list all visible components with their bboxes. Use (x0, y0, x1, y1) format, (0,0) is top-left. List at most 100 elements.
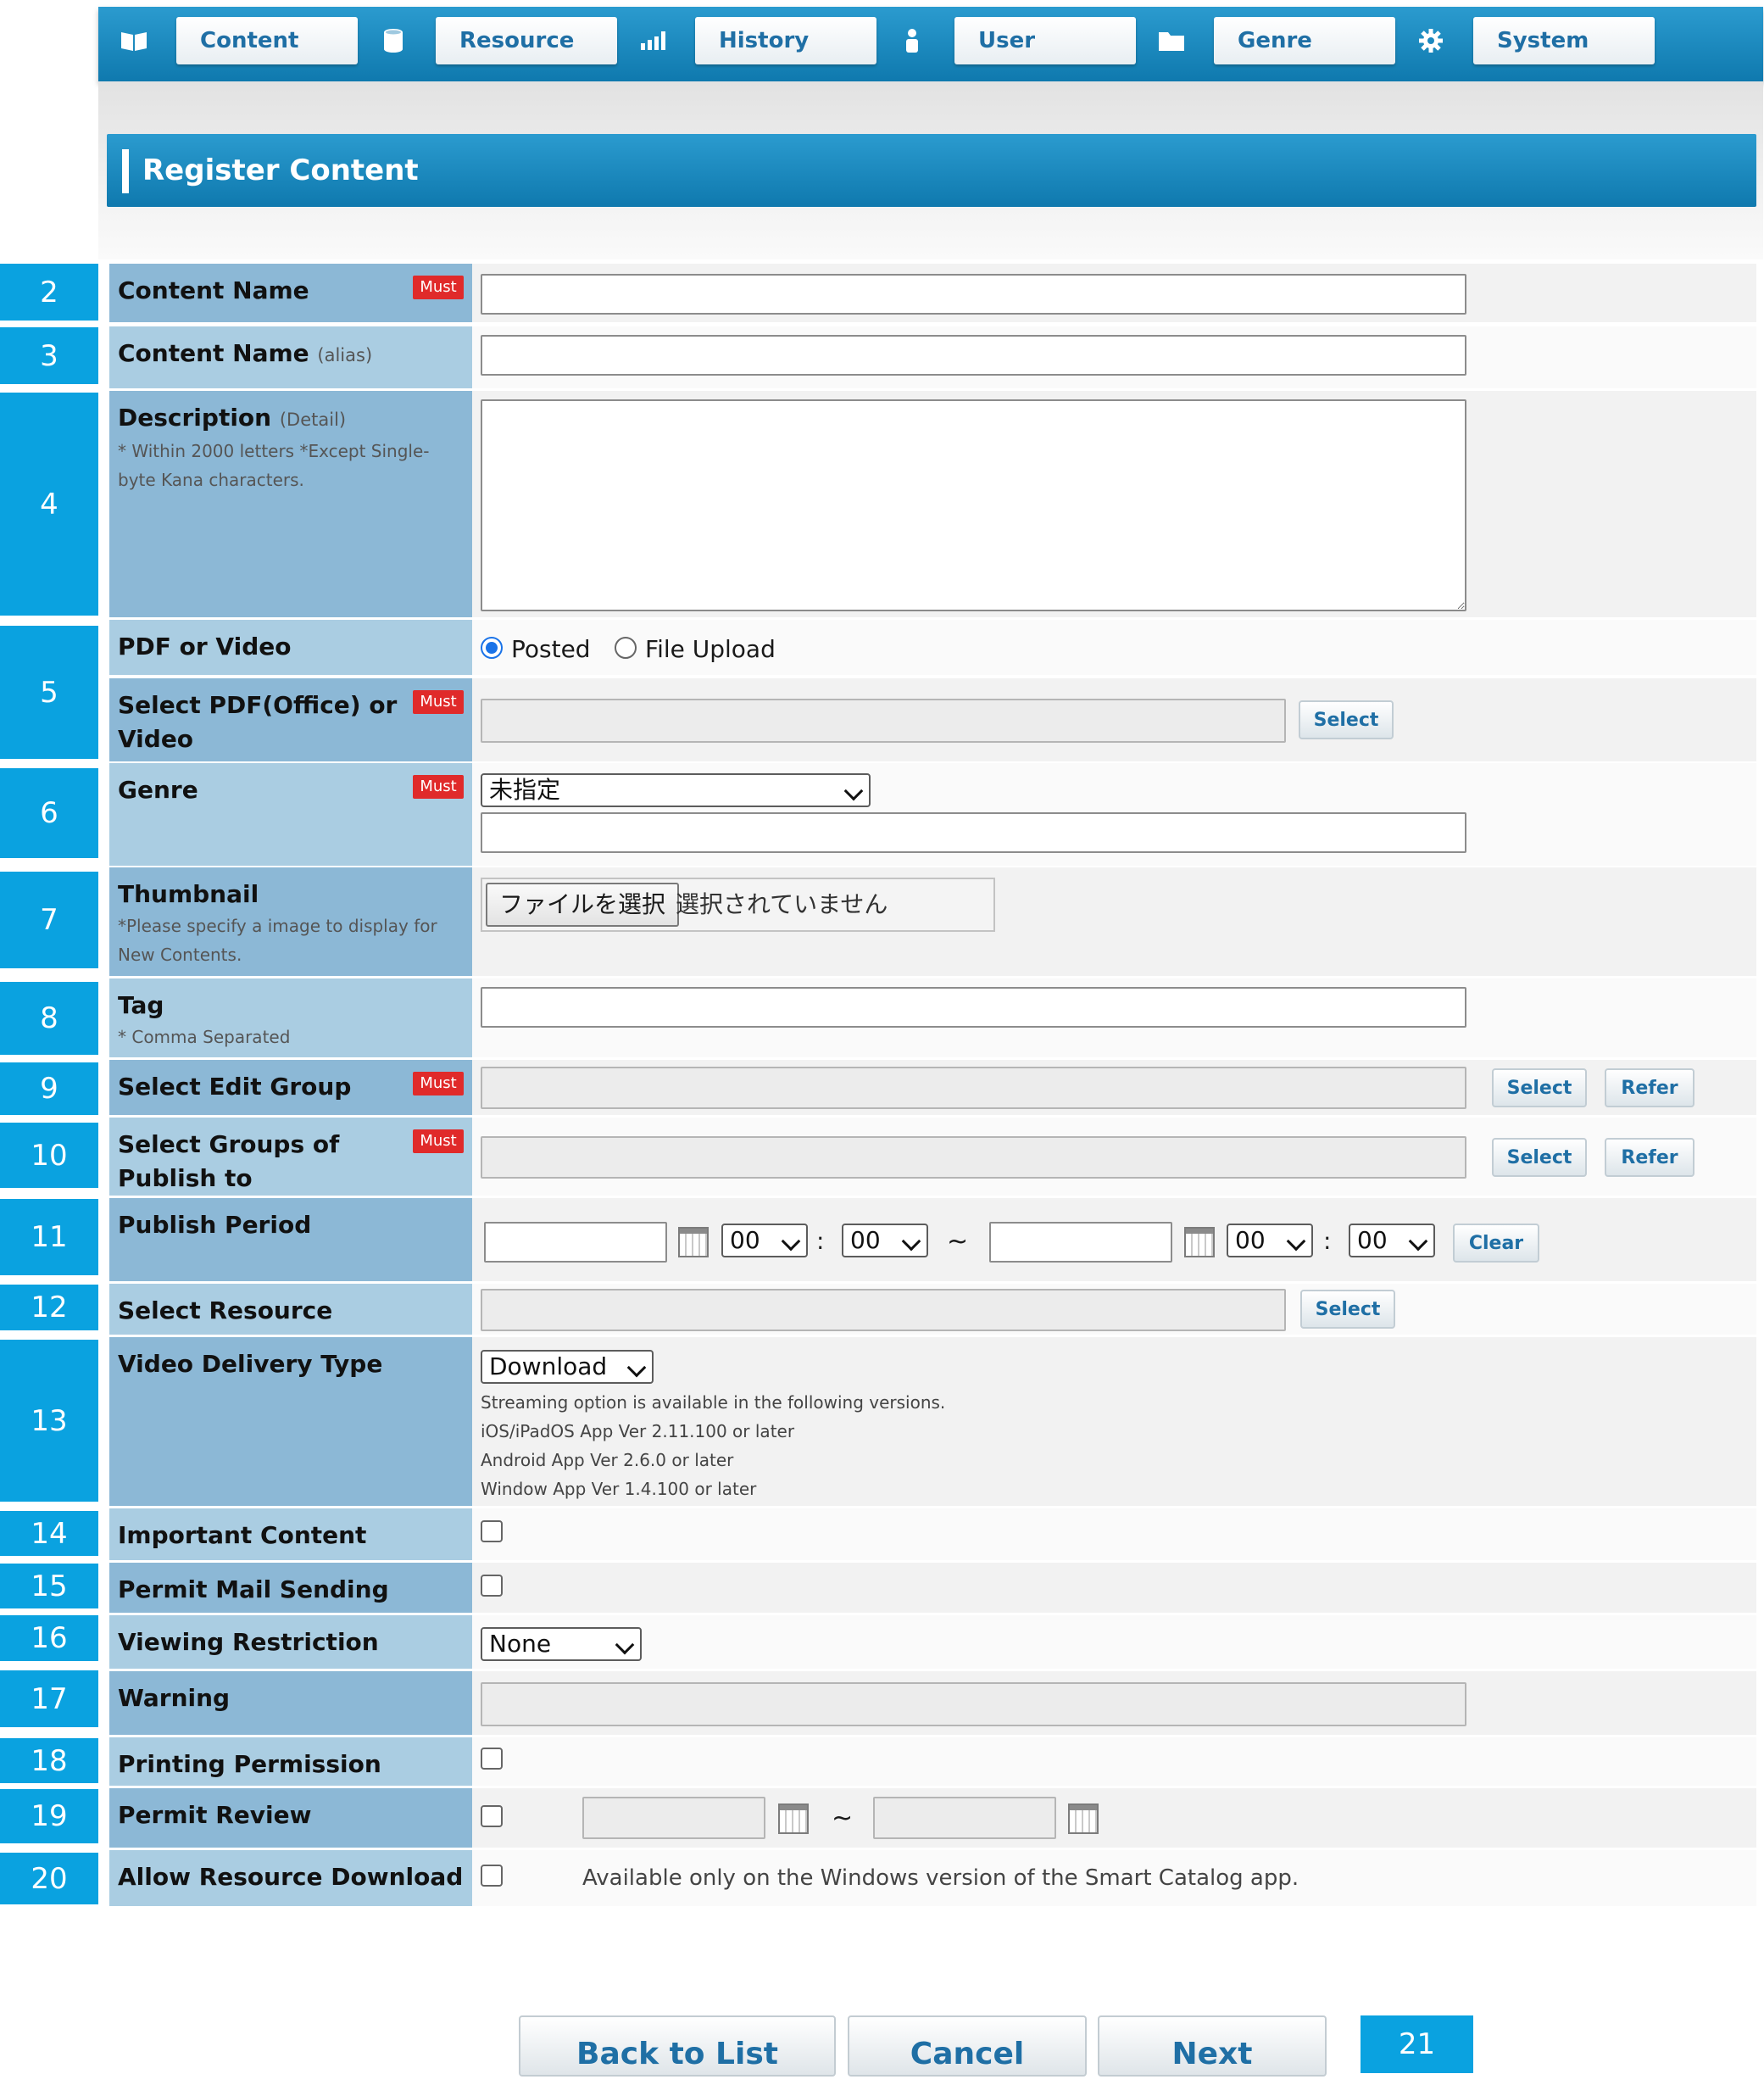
bar-chart-icon (629, 17, 676, 64)
row-viewing-restriction: Viewing Restriction None (109, 1615, 1756, 1669)
top-navigation: Content Resource History User Genre Syst… (98, 7, 1763, 81)
printing-permission-checkbox[interactable] (481, 1748, 503, 1770)
printing-permission-label: Printing Permission (109, 1737, 472, 1786)
must-badge: Must (413, 1072, 464, 1095)
resource-label: Select Resource (109, 1284, 472, 1335)
select-pdf-label: Select PDF(Office) or Video Must (109, 678, 472, 761)
must-badge: Must (413, 775, 464, 799)
description-textarea[interactable] (481, 399, 1466, 611)
title-marker (122, 149, 129, 193)
time-colon: : (1323, 1227, 1332, 1255)
permit-mail-checkbox[interactable] (481, 1575, 503, 1597)
step-marker-13: 13 (0, 1340, 98, 1502)
nav-user-button[interactable]: User (954, 17, 1136, 64)
step-marker-2: 2 (0, 264, 98, 321)
nav-genre-button[interactable]: Genre (1214, 17, 1395, 64)
file-status-text: 選択されていません (676, 890, 888, 918)
back-to-list-button[interactable]: Back to List (519, 2015, 836, 2077)
publish-end-minute-select[interactable]: 00 (1349, 1224, 1435, 1257)
publish-period-clear-button[interactable]: Clear (1453, 1224, 1539, 1263)
allow-download-note: Available only on the Windows version of… (582, 1865, 1299, 1891)
publish-groups-select-button[interactable]: Select (1492, 1138, 1587, 1177)
allow-download-checkbox[interactable] (481, 1865, 503, 1887)
step-marker-5: 5 (0, 626, 98, 759)
review-start-date-input[interactable] (582, 1797, 765, 1839)
permit-review-checkbox[interactable] (481, 1805, 503, 1827)
publish-period-label: Publish Period (109, 1198, 472, 1281)
publish-groups-input[interactable] (481, 1136, 1466, 1179)
video-delivery-select[interactable]: Download (481, 1350, 654, 1384)
file-upload-radio[interactable] (615, 637, 637, 659)
calendar-icon[interactable] (1184, 1227, 1215, 1257)
video-delivery-label: Video Delivery Type (109, 1337, 472, 1506)
warning-label: Warning (109, 1671, 472, 1735)
calendar-icon[interactable] (1068, 1803, 1099, 1834)
row-publish-groups: Select Groups of Publish to Must Select … (109, 1118, 1756, 1196)
warning-input[interactable] (481, 1682, 1466, 1726)
publish-start-minute-select[interactable]: 00 (842, 1224, 928, 1257)
publish-end-hour-select[interactable]: 00 (1227, 1224, 1313, 1257)
user-icon (888, 17, 936, 64)
resource-select-button[interactable]: Select (1300, 1290, 1395, 1329)
genre-path-input[interactable] (481, 812, 1466, 853)
edit-group-input[interactable] (481, 1067, 1466, 1109)
step-marker-19: 19 (0, 1789, 98, 1843)
nav-system-button[interactable]: System (1473, 17, 1655, 64)
row-publish-period: Publish Period 00 : 00 ~ 00 : 00 Clear (109, 1198, 1756, 1281)
book-icon (110, 17, 158, 64)
nav-history-button[interactable]: History (695, 17, 876, 64)
edit-group-select-button[interactable]: Select (1492, 1068, 1587, 1107)
allow-download-label: Allow Resource Download (109, 1850, 472, 1906)
description-note: * Within 2000 letters *Except Single-byt… (118, 441, 430, 490)
gear-icon (1407, 17, 1455, 64)
next-button[interactable]: Next (1098, 2015, 1327, 2077)
chevron-down-icon (1286, 1231, 1306, 1252)
step-marker-10: 10 (0, 1123, 98, 1188)
description-label: Description (Detail) * Within 2000 lette… (109, 391, 472, 617)
thumbnail-label: Thumbnail *Please specify a image to dis… (109, 867, 472, 976)
select-pdf-button[interactable]: Select (1299, 700, 1394, 739)
genre-label: Genre Must (109, 763, 472, 866)
posted-option-label[interactable]: Posted (511, 635, 591, 663)
select-pdf-input[interactable] (481, 699, 1286, 743)
row-important-content: Important Content (109, 1508, 1756, 1560)
important-content-checkbox[interactable] (481, 1520, 503, 1542)
tag-input[interactable] (481, 987, 1466, 1028)
publish-start-hour-select[interactable]: 00 (721, 1224, 808, 1257)
step-marker-17: 17 (0, 1670, 98, 1727)
important-content-label: Important Content (109, 1508, 472, 1560)
posted-radio[interactable] (481, 637, 503, 659)
publish-start-date-input[interactable] (484, 1222, 667, 1263)
publish-end-date-input[interactable] (989, 1222, 1172, 1263)
nav-content-button[interactable]: Content (176, 17, 358, 64)
publish-groups-refer-button[interactable]: Refer (1605, 1138, 1694, 1177)
resource-input[interactable] (481, 1289, 1286, 1331)
thumbnail-file-picker: ファイルを選択 選択されていません (481, 878, 995, 932)
must-badge: Must (413, 1129, 464, 1153)
row-pdf-or-video: PDF or Video Posted File Upload (109, 620, 1756, 675)
thumbnail-note: *Please specify a image to display for N… (118, 916, 437, 965)
streaming-version-notes: Streaming option is available in the fol… (481, 1392, 946, 1499)
tag-label: Tag * Comma Separated (109, 978, 472, 1057)
step-marker-12: 12 (0, 1285, 98, 1330)
review-end-date-input[interactable] (873, 1797, 1056, 1839)
content-name-input[interactable] (481, 274, 1466, 315)
row-genre: Genre Must 未指定 (109, 763, 1756, 866)
row-tag: Tag * Comma Separated (109, 978, 1756, 1057)
chevron-down-icon (1408, 1231, 1428, 1252)
calendar-icon[interactable] (678, 1227, 709, 1257)
step-marker-18: 18 (0, 1738, 98, 1783)
calendar-icon[interactable] (778, 1803, 809, 1834)
must-badge: Must (413, 690, 464, 714)
step-marker-9: 9 (0, 1062, 98, 1115)
edit-group-refer-button[interactable]: Refer (1605, 1068, 1694, 1107)
viewing-restriction-select[interactable]: None (481, 1627, 642, 1661)
file-upload-option-label[interactable]: File Upload (645, 635, 776, 663)
genre-select[interactable]: 未指定 (481, 773, 871, 807)
edit-group-label: Select Edit Group Must (109, 1060, 472, 1115)
content-alias-input[interactable] (481, 335, 1466, 376)
database-icon (370, 17, 417, 64)
cancel-button[interactable]: Cancel (848, 2015, 1087, 2077)
choose-file-button[interactable]: ファイルを選択 (486, 883, 680, 927)
nav-resource-button[interactable]: Resource (436, 17, 617, 64)
